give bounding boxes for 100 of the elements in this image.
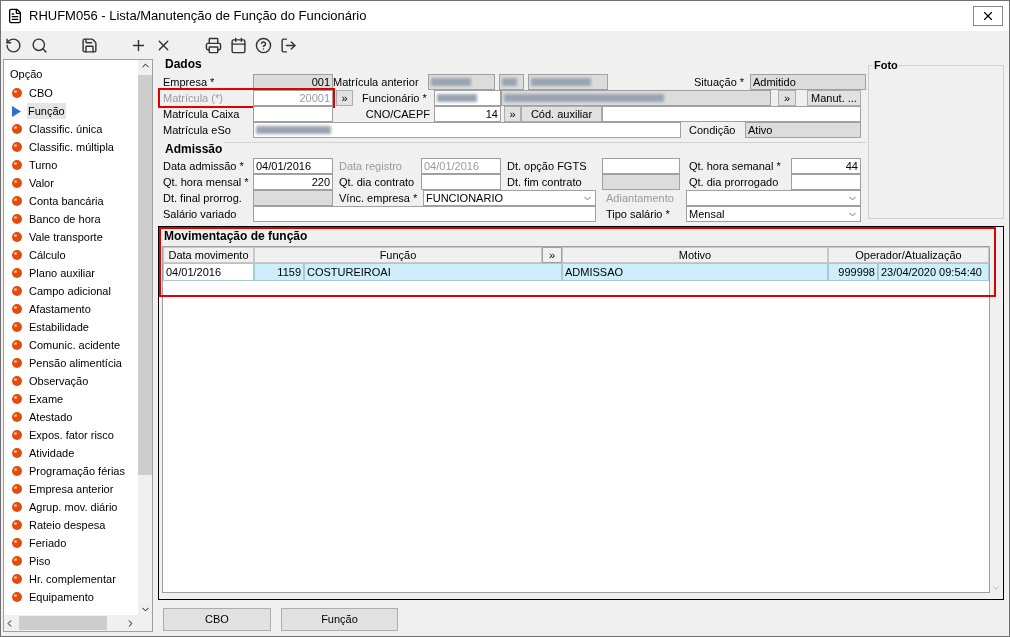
column-header[interactable]: Função [254,247,542,263]
printer-icon[interactable] [205,36,222,54]
horizontal-scrollbar[interactable] [4,615,152,631]
ball-icon [12,250,22,260]
sidebar-item[interactable]: Exame [4,390,138,408]
small-button[interactable]: » [504,106,521,122]
column-header[interactable]: Operador/Atualização [828,247,989,263]
small-button[interactable]: » [778,90,796,106]
sidebar-item[interactable]: Pensão alimentícia [4,354,138,372]
input-field[interactable]: 44 [791,158,861,174]
sidebar-item[interactable]: Estabilidade [4,318,138,336]
sidebar-item[interactable]: Função [4,102,138,120]
field-label: Vínc. empresa * [339,190,419,206]
input-field[interactable] [253,190,333,206]
ball-icon [12,520,22,530]
field-label: Matrícula eSo [163,122,232,138]
footer-button[interactable]: CBO [163,608,271,631]
sidebar-item[interactable]: Banco de hora [4,210,138,228]
sidebar-item[interactable]: Plano auxiliar [4,264,138,282]
sidebar-item[interactable]: Expos. fator risco [4,426,138,444]
vertical-scrollbar[interactable] [138,60,152,615]
input-field[interactable] [501,90,771,106]
input-field[interactable]: 14 [434,106,501,122]
sidebar-item[interactable]: Classific. única [4,120,138,138]
column-header[interactable]: Motivo [562,247,828,263]
sidebar-item[interactable]: Atividade [4,444,138,462]
input-field[interactable] [253,206,596,222]
input-field[interactable]: 04/01/2016 [253,158,333,174]
sidebar-item[interactable]: Equipamento [4,588,138,606]
close-button[interactable] [973,6,1003,26]
masked-text [431,78,471,86]
sidebar-item[interactable]: Programação férias [4,462,138,480]
triangle-icon [12,105,21,117]
input-field[interactable]: Admitido [750,74,866,90]
input-field[interactable] [602,174,680,190]
field-label: Qt. hora mensal * [163,174,250,190]
input-field[interactable] [499,74,524,90]
table-row[interactable]: 04/01/2016 1159 COSTUREIROAI ADMISSAO 999998 23/04/2020 09:54:40 [163,263,989,281]
field-label: Matrícula Caixa [163,106,241,122]
input-field[interactable] [528,74,608,90]
select-field[interactable]: FUNCIONARIO [423,190,596,206]
sidebar-item[interactable]: Comunic. acidente [4,336,138,354]
sidebar-item[interactable]: Campo adicional [4,282,138,300]
field-label: Empresa * [163,74,216,90]
ball-icon [12,466,22,476]
sidebar-item[interactable]: Rateio despesa [4,516,138,534]
small-button[interactable]: » [336,90,353,106]
save-icon[interactable] [81,36,98,54]
input-field[interactable] [602,158,680,174]
scroll-thumb[interactable] [138,75,152,475]
field-label: Data admissão * [163,158,245,174]
input-field[interactable]: 220 [253,174,333,190]
ball-icon [12,268,22,278]
input-field[interactable] [253,106,333,122]
sidebar-item[interactable]: CBO [4,84,138,102]
ball-icon [12,196,22,206]
search-icon[interactable] [31,36,48,54]
ball-icon [12,574,22,584]
small-button[interactable]: Manut. ... [807,90,861,106]
input-field[interactable] [791,174,861,190]
input-field[interactable] [428,74,495,90]
field-label: Matrícula anterior [333,74,420,90]
exit-icon[interactable] [280,36,297,54]
undo-icon[interactable] [5,36,22,54]
ball-icon [12,430,22,440]
column-header[interactable]: Data movimento [163,247,254,263]
scroll-thumb[interactable] [19,616,107,630]
sidebar-item[interactable]: Hr. complementar [4,570,138,588]
ball-icon [12,286,22,296]
ball-icon [12,502,22,512]
input-field[interactable] [421,174,501,190]
sidebar-item[interactable]: Empresa anterior [4,480,138,498]
field-label: Situação * [694,74,746,90]
sidebar-item[interactable]: Afastamento [4,300,138,318]
select-field[interactable]: Mensal [686,206,861,222]
input-field[interactable] [602,106,861,122]
sidebar-item[interactable]: Cálculo [4,246,138,264]
small-button[interactable]: Cód. auxiliar [521,106,602,122]
input-field[interactable] [253,122,681,138]
ball-icon [12,322,22,332]
ball-icon [12,358,22,368]
help-icon[interactable] [255,36,272,54]
sidebar-item[interactable]: Feriado [4,534,138,552]
field-label: Funcionário * [362,90,428,106]
sidebar-item[interactable]: Valor [4,174,138,192]
input-field[interactable] [434,90,501,106]
sidebar-item[interactable]: Classific. múltipla [4,138,138,156]
sidebar-item[interactable]: Vale transporte [4,228,138,246]
column-button[interactable]: » [542,247,562,263]
sidebar-item[interactable]: Turno [4,156,138,174]
footer-button[interactable]: Função [281,608,398,631]
ball-icon [12,484,22,494]
field-label: Qt. dia prorrogado [689,174,780,190]
sidebar-item[interactable]: Atestado [4,408,138,426]
sidebar-item[interactable]: Conta bancária [4,192,138,210]
sidebar-item[interactable]: Piso [4,552,138,570]
sidebar-item[interactable]: Agrup. mov. diário [4,498,138,516]
sidebar-item[interactable]: Observação [4,372,138,390]
calendar-icon[interactable] [230,36,247,54]
input-field[interactable]: Ativo [745,122,861,138]
